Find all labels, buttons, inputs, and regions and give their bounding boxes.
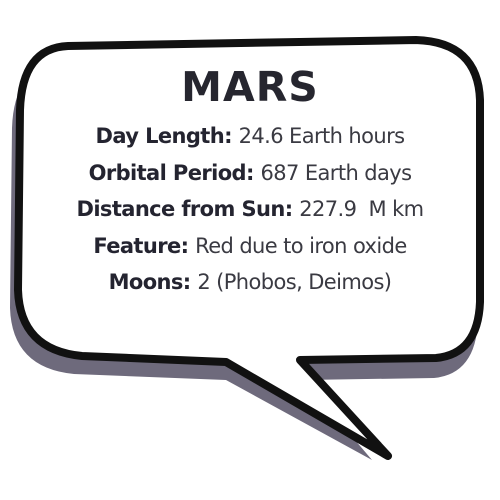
- speech-bubble-graphic: MARS Day Length: 24.6 Earth hours Orbita…: [0, 0, 500, 500]
- fact-value: 687 Earth days: [260, 160, 413, 185]
- fact-value: 2 (Phobos, Deimos): [197, 270, 392, 294]
- fact-label: Feature: [93, 233, 181, 258]
- fact-value: Red due to iron oxide: [195, 233, 407, 258]
- fact-list: Day Length: 24.6 Earth hours Orbital Per…: [30, 118, 470, 301]
- fact-value: 24.6 Earth hours: [238, 124, 405, 148]
- fact-label: Orbital Period: [88, 160, 247, 185]
- fact-day-length: Day Length: 24.6 Earth hours: [95, 124, 406, 148]
- fact-distance-from-sun: Distance from Sun: 227.9 M km: [76, 197, 424, 221]
- fact-orbital-period: Orbital Period: 687 Earth days: [88, 160, 413, 185]
- fact-label: Day Length: [95, 124, 225, 148]
- planet-title: MARS: [181, 63, 319, 111]
- fact-moons: Moons: 2 (Phobos, Deimos): [108, 270, 392, 294]
- fact-card: MARS Day Length: 24.6 Earth hours Orbita…: [30, 62, 470, 301]
- fact-feature: Feature: Red due to iron oxide: [93, 233, 407, 258]
- fact-value: 227.9 M km: [299, 197, 424, 221]
- fact-label: Distance from Sun: [76, 197, 285, 221]
- fact-label: Moons: [108, 270, 184, 294]
